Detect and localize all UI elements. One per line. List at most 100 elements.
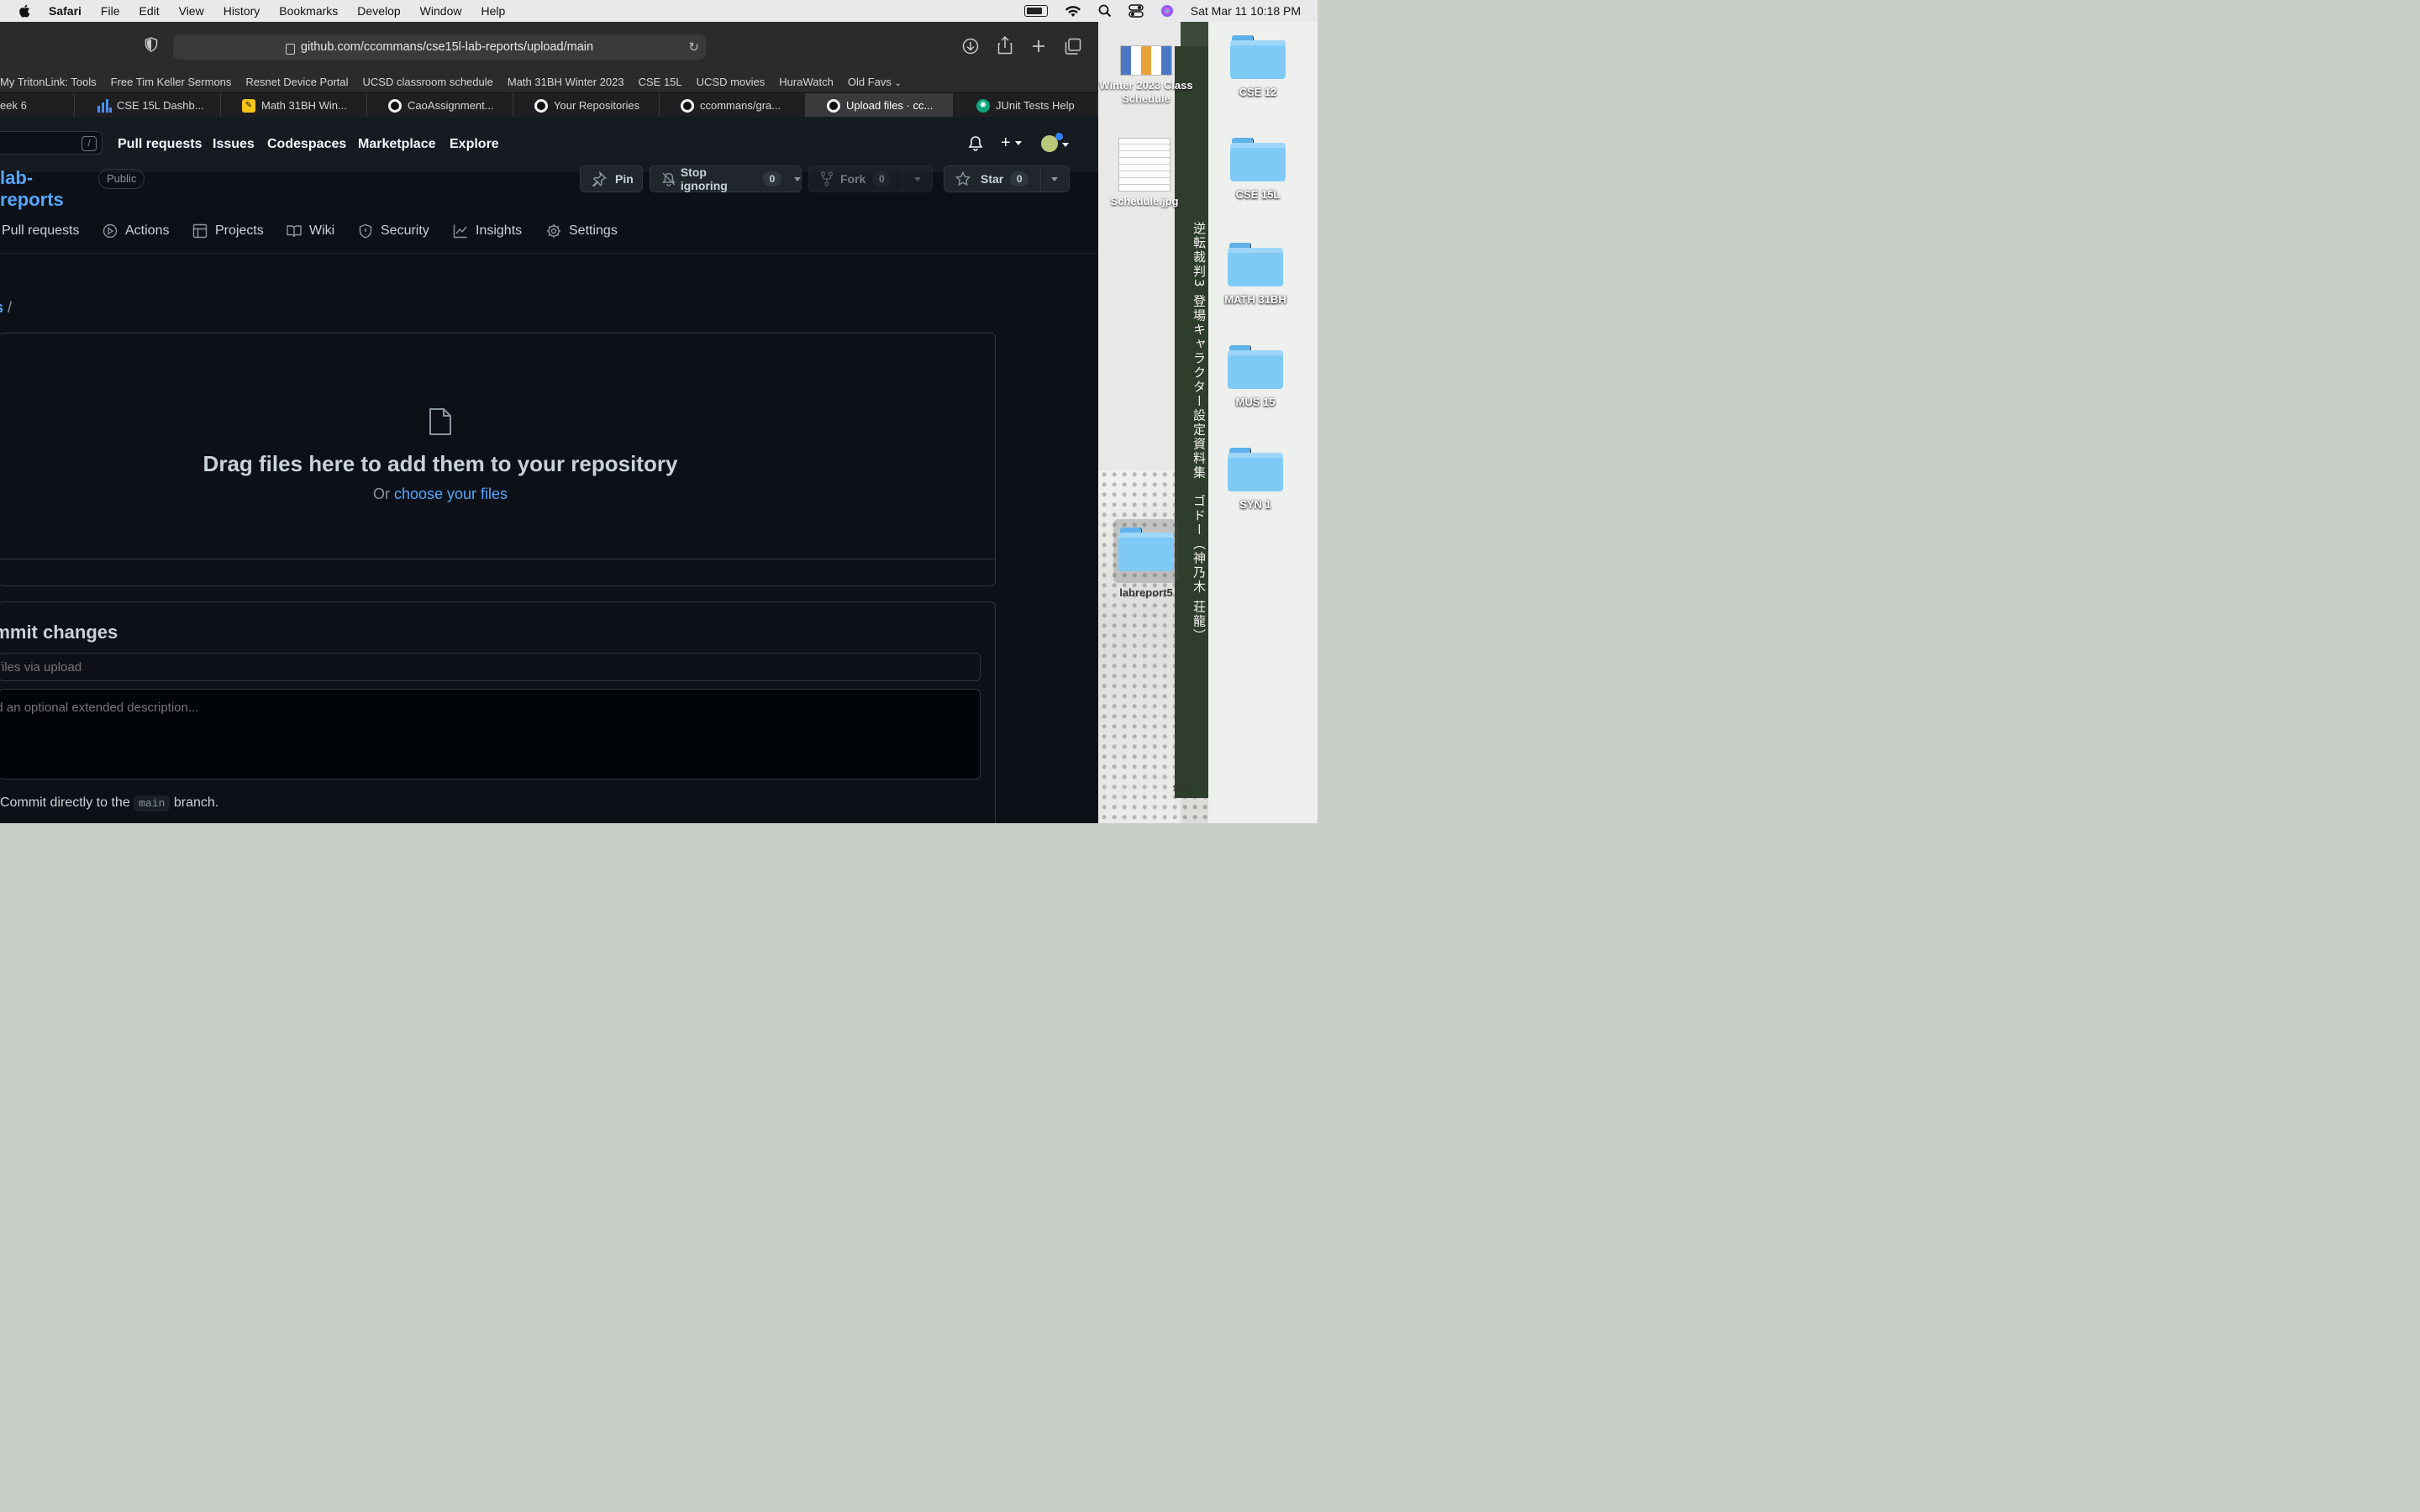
star-button[interactable]: Star 0 xyxy=(944,165,1070,192)
desktop-folder-cse15l[interactable]: CSE 15L xyxy=(1207,138,1308,201)
menu-bookmarks[interactable]: Bookmarks xyxy=(279,4,338,18)
desktop-folder-cse12[interactable]: CSE 12 xyxy=(1207,35,1308,98)
play-circle-icon xyxy=(103,223,118,239)
menu-history[interactable]: History xyxy=(224,4,260,18)
browser-tab[interactable]: Your Repositories xyxy=(513,93,660,118)
fork-button[interactable]: Fork 0 xyxy=(808,165,933,192)
privacy-shield-icon[interactable] xyxy=(145,37,158,52)
spotlight-search-icon[interactable] xyxy=(1098,4,1112,18)
watch-label: Stop ignoring xyxy=(680,165,728,192)
browser-tab[interactable]: CSE 15L Dashb... xyxy=(75,93,221,118)
favorite-link[interactable]: UCSD classroom schedule xyxy=(363,76,493,88)
nav-explore[interactable]: Explore xyxy=(450,137,499,152)
tab-pull-requests[interactable]: Pull requests xyxy=(2,223,80,239)
browser-tab-active[interactable]: Upload files · cc... xyxy=(806,93,953,118)
image-thumbnail xyxy=(1118,138,1171,192)
breadcrumb-repo-link[interactable]: lab-reports xyxy=(0,299,3,316)
browser-tab[interactable]: ccommans/gra... xyxy=(660,93,806,118)
desktop-folder-mus15[interactable]: MUS 15 xyxy=(1205,345,1306,408)
notifications-bell-icon[interactable] xyxy=(968,135,983,152)
desktop-folder-math31bh[interactable]: MATH 31BH xyxy=(1205,243,1306,306)
favorite-link[interactable]: Resnet Device Portal xyxy=(245,76,348,88)
desktop-folder-syn1[interactable]: SYN 1 xyxy=(1205,448,1306,511)
nav-codespaces[interactable]: Codespaces xyxy=(267,137,346,152)
control-center-icon[interactable] xyxy=(1128,4,1144,18)
address-bar[interactable]: github.com/ccommans/cse15l-lab-reports/u… xyxy=(173,34,706,60)
pin-label: Pin xyxy=(615,172,634,186)
nav-issues[interactable]: Issues xyxy=(213,137,255,152)
tab-actions[interactable]: Actions xyxy=(103,223,169,239)
commit-direct-suffix: branch. xyxy=(173,795,219,810)
github-icon xyxy=(388,98,402,113)
apple-icon[interactable] xyxy=(18,4,30,18)
browser-tab[interactable]: Week 6 xyxy=(0,93,75,118)
tab-wiki[interactable]: Wiki xyxy=(287,223,334,239)
caret-down-icon xyxy=(1015,141,1023,146)
desktop-file-class-schedule[interactable]: Winter 2023 Class Schedule xyxy=(1096,45,1197,106)
file-dropzone[interactable]: Drag files here to add them to your repo… xyxy=(0,333,996,586)
wallpaper-page-number: 143 xyxy=(1172,785,1186,794)
reload-icon[interactable]: ↻ xyxy=(688,39,699,55)
menu-file[interactable]: File xyxy=(101,4,120,18)
tab-security[interactable]: Security xyxy=(358,223,429,239)
desktop-folder-labreport5[interactable]: labreport5 xyxy=(1096,519,1197,599)
tab-projects[interactable]: Projects xyxy=(192,223,264,239)
desktop-file-label: Winter 2023 Class Schedule xyxy=(1099,79,1193,105)
wifi-icon[interactable] xyxy=(1065,5,1081,18)
folder-icon xyxy=(1118,528,1174,571)
visibility-badge: Public xyxy=(98,169,145,189)
menu-bar: Safari File Edit View History Bookmarks … xyxy=(0,0,1318,22)
commit-summary-input[interactable] xyxy=(0,653,981,681)
lock-icon xyxy=(285,43,295,55)
desktop-folder-label: MATH 31BH xyxy=(1224,293,1286,306)
share-icon[interactable] xyxy=(997,36,1013,55)
commit-direct-label: Commit directly to the xyxy=(0,795,130,810)
nav-marketplace[interactable]: Marketplace xyxy=(358,137,436,152)
star-count: 0 xyxy=(1010,171,1029,186)
tab-settings[interactable]: Settings xyxy=(546,223,618,239)
menu-edit[interactable]: Edit xyxy=(139,4,159,18)
repo-name-link[interactable]: lab-reports xyxy=(0,167,64,211)
choose-files-link[interactable]: choose your files xyxy=(394,486,508,502)
browser-tab[interactable]: CaoAssignment... xyxy=(367,93,513,118)
favorite-folder-old-favs[interactable]: Old Favs ⌄ xyxy=(848,76,902,88)
book-icon xyxy=(287,225,302,238)
menu-help[interactable]: Help xyxy=(481,4,505,18)
folder-icon xyxy=(1230,138,1286,181)
browser-tab[interactable]: ✺ JUnit Tests Help xyxy=(953,93,1098,118)
new-tab-icon[interactable] xyxy=(1031,39,1046,54)
tab-title: JUnit Tests Help xyxy=(996,99,1075,112)
breadcrumb-separator: / xyxy=(8,299,13,316)
favorite-link[interactable]: My TritonLink: Tools xyxy=(0,76,97,88)
siri-icon[interactable] xyxy=(1160,4,1174,18)
watch-button[interactable]: Stop ignoring 0 xyxy=(650,165,802,192)
commit-description-input[interactable] xyxy=(0,689,981,780)
nav-pull-requests[interactable]: Pull requests xyxy=(118,137,202,152)
tab-insights[interactable]: Insights xyxy=(453,223,522,239)
menu-develop[interactable]: Develop xyxy=(357,4,400,18)
favorite-link[interactable]: UCSD movies xyxy=(697,76,765,88)
commit-direct-option[interactable]: Commit directly to the main branch. xyxy=(0,795,218,811)
tab-overview-icon[interactable] xyxy=(1065,38,1081,55)
tab-title: Math 31BH Win... xyxy=(261,99,347,112)
menu-view[interactable]: View xyxy=(179,4,204,18)
tab-label: Security xyxy=(381,223,429,238)
desktop-file-schedule-jpg[interactable]: Schedule.jpg xyxy=(1094,138,1195,208)
create-new-dropdown[interactable]: + xyxy=(1001,134,1023,153)
menu-bar-clock[interactable]: Sat Mar 11 10:18 PM xyxy=(1191,4,1301,18)
table-icon xyxy=(192,223,208,239)
pin-button[interactable]: Pin xyxy=(580,165,643,192)
favorite-link[interactable]: Math 31BH Winter 2023 xyxy=(508,76,624,88)
favorite-link[interactable]: HuraWatch xyxy=(779,76,834,88)
browser-tab[interactable]: ✎ Math 31BH Win... xyxy=(221,93,367,118)
menu-app-name[interactable]: Safari xyxy=(49,4,82,18)
menu-window[interactable]: Window xyxy=(420,4,462,18)
downloads-icon[interactable] xyxy=(962,38,979,55)
selection-highlight xyxy=(1113,519,1179,583)
favorite-link[interactable]: Free Tim Keller Sermons xyxy=(111,76,232,88)
battery-icon[interactable] xyxy=(1023,5,1048,17)
address-bar-url: github.com/ccommans/cse15l-lab-reports/u… xyxy=(300,40,594,54)
favorite-link[interactable]: CSE 15L xyxy=(639,76,682,88)
dropzone-title: Drag files here to add them to your repo… xyxy=(203,451,678,476)
github-search-input[interactable]: / xyxy=(0,131,103,155)
